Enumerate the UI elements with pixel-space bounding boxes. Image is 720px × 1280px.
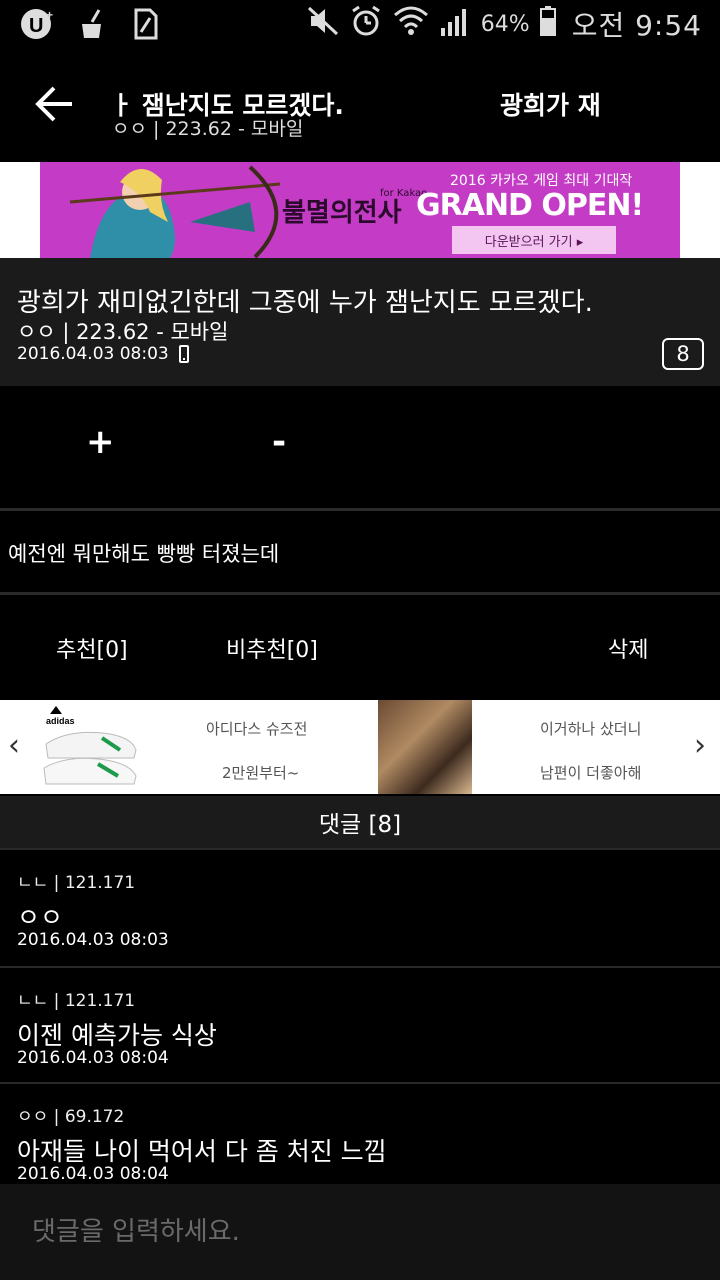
broom-icon [72, 6, 112, 42]
sneaker-ad-image[interactable]: adidas [40, 704, 144, 790]
mobile-phone-icon [178, 345, 189, 363]
svg-text:U: U [29, 15, 43, 37]
comment-author: ㅇㅇ | 69.172 [17, 1107, 125, 1127]
elf-archer-illustration [50, 162, 290, 258]
carousel-prev-arrow[interactable]: ‹ [8, 728, 20, 763]
not-recommend-button[interactable]: 비추천[0] [226, 632, 318, 664]
toaster-ad-image[interactable] [378, 700, 472, 794]
wifi-icon [393, 5, 429, 43]
comments-header: 댓글 [8] [0, 796, 720, 848]
post-date-row: 2016.04.03 08:03 [17, 344, 189, 364]
carousel-next-arrow[interactable]: › [694, 728, 706, 763]
recommend-button[interactable]: 추천[0] [56, 632, 128, 664]
comment-text: 아재들 나이 먹어서 다 좀 처진 느낌 [17, 1137, 387, 1166]
post-actions: 추천[0] 비추천[0] 삭제 [0, 596, 720, 700]
ad-item1-line2[interactable]: 2만원부터~ [222, 762, 299, 783]
back-arrow-icon[interactable] [32, 84, 76, 124]
delete-button[interactable]: 삭제 [608, 632, 648, 664]
title-ticker-sub: ㅇㅇ | 223.62 - 모바일 [112, 118, 304, 140]
comment-text: 이젠 예측가능 식상 [17, 1021, 217, 1050]
comment-author: ㄴㄴ | 121.171 [17, 991, 136, 1011]
battery-icon [539, 6, 556, 42]
post-date: 2016.04.03 08:03 [17, 344, 169, 364]
game-banner-ad[interactable]: 불멸의전사 for Kakao 2016 카카오 게임 최대 기대작 GRAND… [40, 162, 680, 258]
banner-headline: GRAND OPEN! [416, 188, 644, 223]
status-bar: U + 64% 오전 9:54 [0, 0, 720, 48]
post-title: 광희가 재미없긴한데 그중에 누가 잼난지도 모르겠다. [17, 288, 593, 318]
comment-input[interactable] [14, 1204, 704, 1260]
banner-download-button[interactable]: 다운받으러 가기 ▸ [452, 226, 616, 254]
comment-text: ㅇㅇ [17, 903, 64, 932]
ad-item2-line1[interactable]: 이거하나 샀더니 [540, 718, 641, 739]
top-bar: ㅏ 잼난지도 모르겠다. ㅇㅇ | 223.62 - 모바일 광희가 재 [0, 48, 720, 162]
comment-author: ㄴㄴ | 121.171 [17, 873, 136, 893]
upvote-button[interactable]: + [86, 422, 115, 462]
divider [0, 508, 720, 511]
comment-item[interactable]: ㄴㄴ | 121.171 ㅇㅇ 2016.04.03 08:03 [0, 850, 720, 966]
comment-count-badge[interactable]: 8 [662, 338, 704, 370]
title-ticker-next: 광희가 재 [500, 91, 601, 120]
post-author: ㅇㅇ | 223.62 - 모바일 [17, 320, 229, 344]
adidas-logo-text: adidas [46, 716, 75, 726]
comment-date: 2016.04.03 08:04 [17, 1048, 169, 1068]
comment-date: 2016.04.03 08:03 [17, 930, 169, 950]
battery-percent: 64% [480, 11, 530, 37]
comment-item[interactable]: ㄴㄴ | 121.171 이젠 예측가능 식상 2016.04.03 08:04 [0, 968, 720, 1084]
banner-subtitle: 2016 카카오 게임 최대 기대작 [450, 173, 633, 189]
vote-row: + - [0, 386, 720, 508]
divider [0, 592, 720, 595]
comment-input-bar [0, 1184, 720, 1280]
svg-text:+: + [46, 8, 53, 22]
post-header: 광희가 재미없긴한데 그중에 누가 잼난지도 모르겠다. ㅇㅇ | 223.62… [0, 258, 720, 386]
banner-ad-area: 불멸의전사 for Kakao 2016 카카오 게임 최대 기대작 GRAND… [0, 162, 720, 258]
uplus-icon: U + [18, 6, 58, 42]
post-body: 예전엔 뭐만해도 빵빵 터졌는데 [8, 542, 280, 566]
comment-item[interactable]: ㅇㅇ | 69.172 아재들 나이 먹어서 다 좀 처진 느낌 2016.04… [0, 1084, 720, 1184]
ad-item2-line2[interactable]: 남편이 더좋아해 [540, 762, 641, 783]
alarm-icon [349, 5, 383, 43]
ad-item1-line1[interactable]: 아디다스 슈즈전 [206, 718, 307, 739]
ad-carousel: ‹ adidas 아디다스 슈즈전 2만원부터~ 이거하나 샀더니 남편이 더좋… [0, 700, 720, 794]
clock: 오전 9:54 [571, 9, 702, 42]
downvote-button[interactable]: - [272, 422, 286, 462]
signal-icon [439, 6, 471, 42]
comment-date: 2016.04.03 08:04 [17, 1164, 169, 1184]
mute-icon [307, 6, 339, 42]
sim-icon [126, 6, 166, 42]
